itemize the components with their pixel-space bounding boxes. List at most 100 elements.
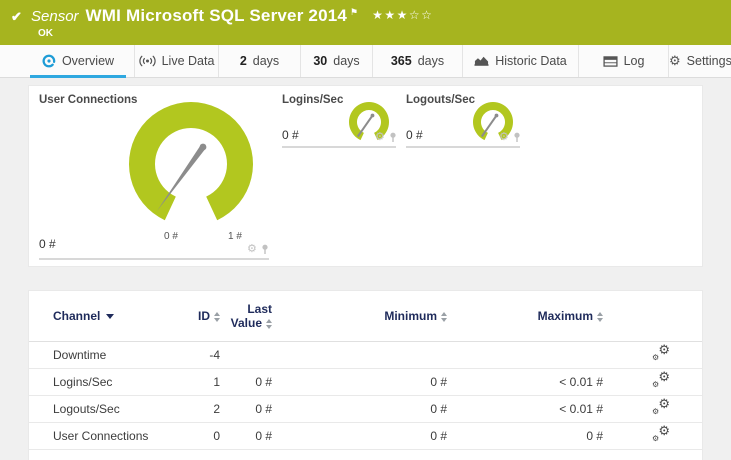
cell-last-value bbox=[224, 341, 276, 369]
column-label: Channel bbox=[53, 308, 101, 323]
priority-stars[interactable]: ★★★☆☆ bbox=[372, 8, 433, 22]
cell-minimum: 0 # bbox=[276, 422, 451, 450]
channels-panel: Channel ID Last Value Minimum Maximum Do… bbox=[28, 290, 703, 460]
tab-label: Overview bbox=[61, 54, 115, 68]
gauge-needle bbox=[480, 114, 498, 138]
gauge-title-logins: Logins/Sec bbox=[282, 94, 344, 106]
tab-number: 30 bbox=[313, 54, 328, 68]
sensor-page: ✔ Sensor WMI Microsoft SQL Server 2014 ⚑… bbox=[0, 0, 731, 460]
table-row: Downtime -4 ⚙ ⚙ bbox=[29, 341, 702, 369]
gauge-settings-icon[interactable]: ⚙ bbox=[499, 132, 509, 143]
column-label: ID bbox=[198, 308, 210, 323]
gauge-settings-icon[interactable]: ⚙ bbox=[247, 244, 257, 255]
gear-icon: ⚙ bbox=[669, 53, 681, 68]
gauge-value-logins: 0 # bbox=[282, 128, 299, 142]
cell-last-value: 0 # bbox=[224, 395, 276, 423]
gauge-needle bbox=[157, 145, 206, 211]
area-chart-icon bbox=[474, 55, 489, 67]
table-row: Logins/Sec 1 0 # 0 # < 0.01 # ⚙ ⚙ bbox=[29, 368, 702, 396]
tab-bar: Overview Live Data 2 days 30 days 365 da… bbox=[0, 45, 731, 78]
status-ok-check-icon: ✔ bbox=[11, 9, 22, 24]
status-badge: OK bbox=[38, 28, 53, 39]
divider bbox=[39, 258, 269, 260]
tab-label: days bbox=[333, 54, 360, 68]
column-label: Maximum bbox=[537, 308, 593, 323]
cell-channel: User Connections bbox=[29, 422, 179, 450]
cell-minimum: 0 # bbox=[276, 395, 451, 423]
column-header-id[interactable]: ID bbox=[179, 291, 224, 342]
cell-maximum: < 0.01 # bbox=[451, 368, 607, 396]
gauge-toolbar: ⚙ bbox=[375, 132, 397, 143]
sort-icon bbox=[441, 311, 447, 322]
cell-channel: Logouts/Sec bbox=[29, 395, 179, 423]
gauge-value-logouts: 0 # bbox=[406, 128, 423, 142]
channel-settings-icon[interactable]: ⚙ ⚙ bbox=[652, 424, 670, 443]
cell-id: 0 bbox=[179, 422, 224, 450]
gauge-value-user-connections: 0 # bbox=[39, 237, 56, 251]
cell-last-value: 0 # bbox=[224, 368, 276, 396]
pin-icon[interactable] bbox=[261, 244, 269, 255]
gauge-icon bbox=[42, 54, 56, 68]
column-label: Minimum bbox=[384, 308, 437, 323]
cell-minimum: 0 # bbox=[276, 368, 451, 396]
channel-settings-icon[interactable]: ⚙ ⚙ bbox=[652, 343, 670, 362]
sort-icon bbox=[266, 318, 272, 329]
cell-maximum bbox=[451, 341, 607, 369]
cell-id: 2 bbox=[179, 395, 224, 423]
tab-number: 365 bbox=[390, 54, 412, 68]
channels-table: Channel ID Last Value Minimum Maximum Do… bbox=[29, 291, 702, 450]
tab-log[interactable]: Log bbox=[578, 45, 668, 77]
tab-label: Log bbox=[623, 54, 645, 68]
tab-live-data[interactable]: Live Data bbox=[134, 45, 218, 77]
cell-maximum: < 0.01 # bbox=[451, 395, 607, 423]
gauge-toolbar: ⚙ bbox=[499, 132, 521, 143]
column-header-last-value[interactable]: Last Value bbox=[224, 291, 276, 342]
column-header-minimum[interactable]: Minimum bbox=[276, 291, 451, 342]
divider bbox=[282, 146, 396, 148]
pin-icon[interactable] bbox=[513, 132, 521, 143]
tab-label: days bbox=[252, 54, 280, 68]
tab-label: Historic Data bbox=[495, 54, 567, 68]
log-icon bbox=[603, 55, 618, 67]
gauge-scale-min: 0 # bbox=[164, 231, 178, 242]
column-header-channel[interactable]: Channel bbox=[29, 291, 179, 342]
tab-label: Settings bbox=[686, 54, 731, 68]
channel-settings-icon[interactable]: ⚙ ⚙ bbox=[652, 370, 670, 389]
table-row: Logouts/Sec 2 0 # 0 # < 0.01 # ⚙ ⚙ bbox=[29, 395, 702, 423]
tab-2-days[interactable]: 2 days bbox=[218, 45, 300, 77]
sort-desc-icon bbox=[106, 314, 115, 320]
sort-icon bbox=[214, 311, 220, 322]
column-header-maximum[interactable]: Maximum bbox=[451, 291, 607, 342]
gauge-scale-max: 1 # bbox=[228, 231, 242, 242]
pin-icon[interactable] bbox=[389, 132, 397, 143]
tab-label: days bbox=[417, 54, 445, 68]
tab-number: 2 bbox=[239, 54, 247, 68]
tab-label: Live Data bbox=[161, 54, 215, 68]
gauge-toolbar: ⚙ bbox=[247, 244, 269, 255]
tab-30-days[interactable]: 30 days bbox=[300, 45, 372, 77]
tab-overview[interactable]: Overview bbox=[22, 45, 134, 78]
tab-historic-data[interactable]: Historic Data bbox=[462, 45, 578, 77]
cell-channel: Logins/Sec bbox=[29, 368, 179, 396]
favorite-flag-icon[interactable]: ⚑ bbox=[350, 7, 358, 18]
live-icon bbox=[138, 55, 156, 67]
cell-id: -4 bbox=[179, 341, 224, 369]
tab-settings[interactable]: ⚙ Settings bbox=[668, 45, 731, 77]
gauge-title-logouts: Logouts/Sec bbox=[406, 94, 476, 106]
sensor-header: ✔ Sensor WMI Microsoft SQL Server 2014 ⚑… bbox=[0, 0, 731, 45]
cell-maximum: 0 # bbox=[451, 422, 607, 450]
sensor-kind-label: Sensor bbox=[31, 8, 79, 25]
sensor-title-row: Sensor WMI Microsoft SQL Server 2014 ⚑ ★… bbox=[31, 6, 433, 26]
gauge-settings-icon[interactable]: ⚙ bbox=[375, 132, 385, 143]
table-row: User Connections 0 0 # 0 # 0 # ⚙ ⚙ bbox=[29, 422, 702, 450]
sort-icon bbox=[597, 311, 603, 322]
sensor-title: WMI Microsoft SQL Server 2014 bbox=[85, 6, 348, 25]
cell-minimum bbox=[276, 341, 451, 369]
gauge-needle bbox=[356, 114, 374, 138]
cell-channel: Downtime bbox=[29, 341, 179, 369]
cell-last-value: 0 # bbox=[224, 422, 276, 450]
column-header-actions bbox=[607, 291, 702, 342]
channel-settings-icon[interactable]: ⚙ ⚙ bbox=[652, 397, 670, 416]
divider bbox=[406, 146, 520, 148]
tab-365-days[interactable]: 365 days bbox=[372, 45, 462, 77]
